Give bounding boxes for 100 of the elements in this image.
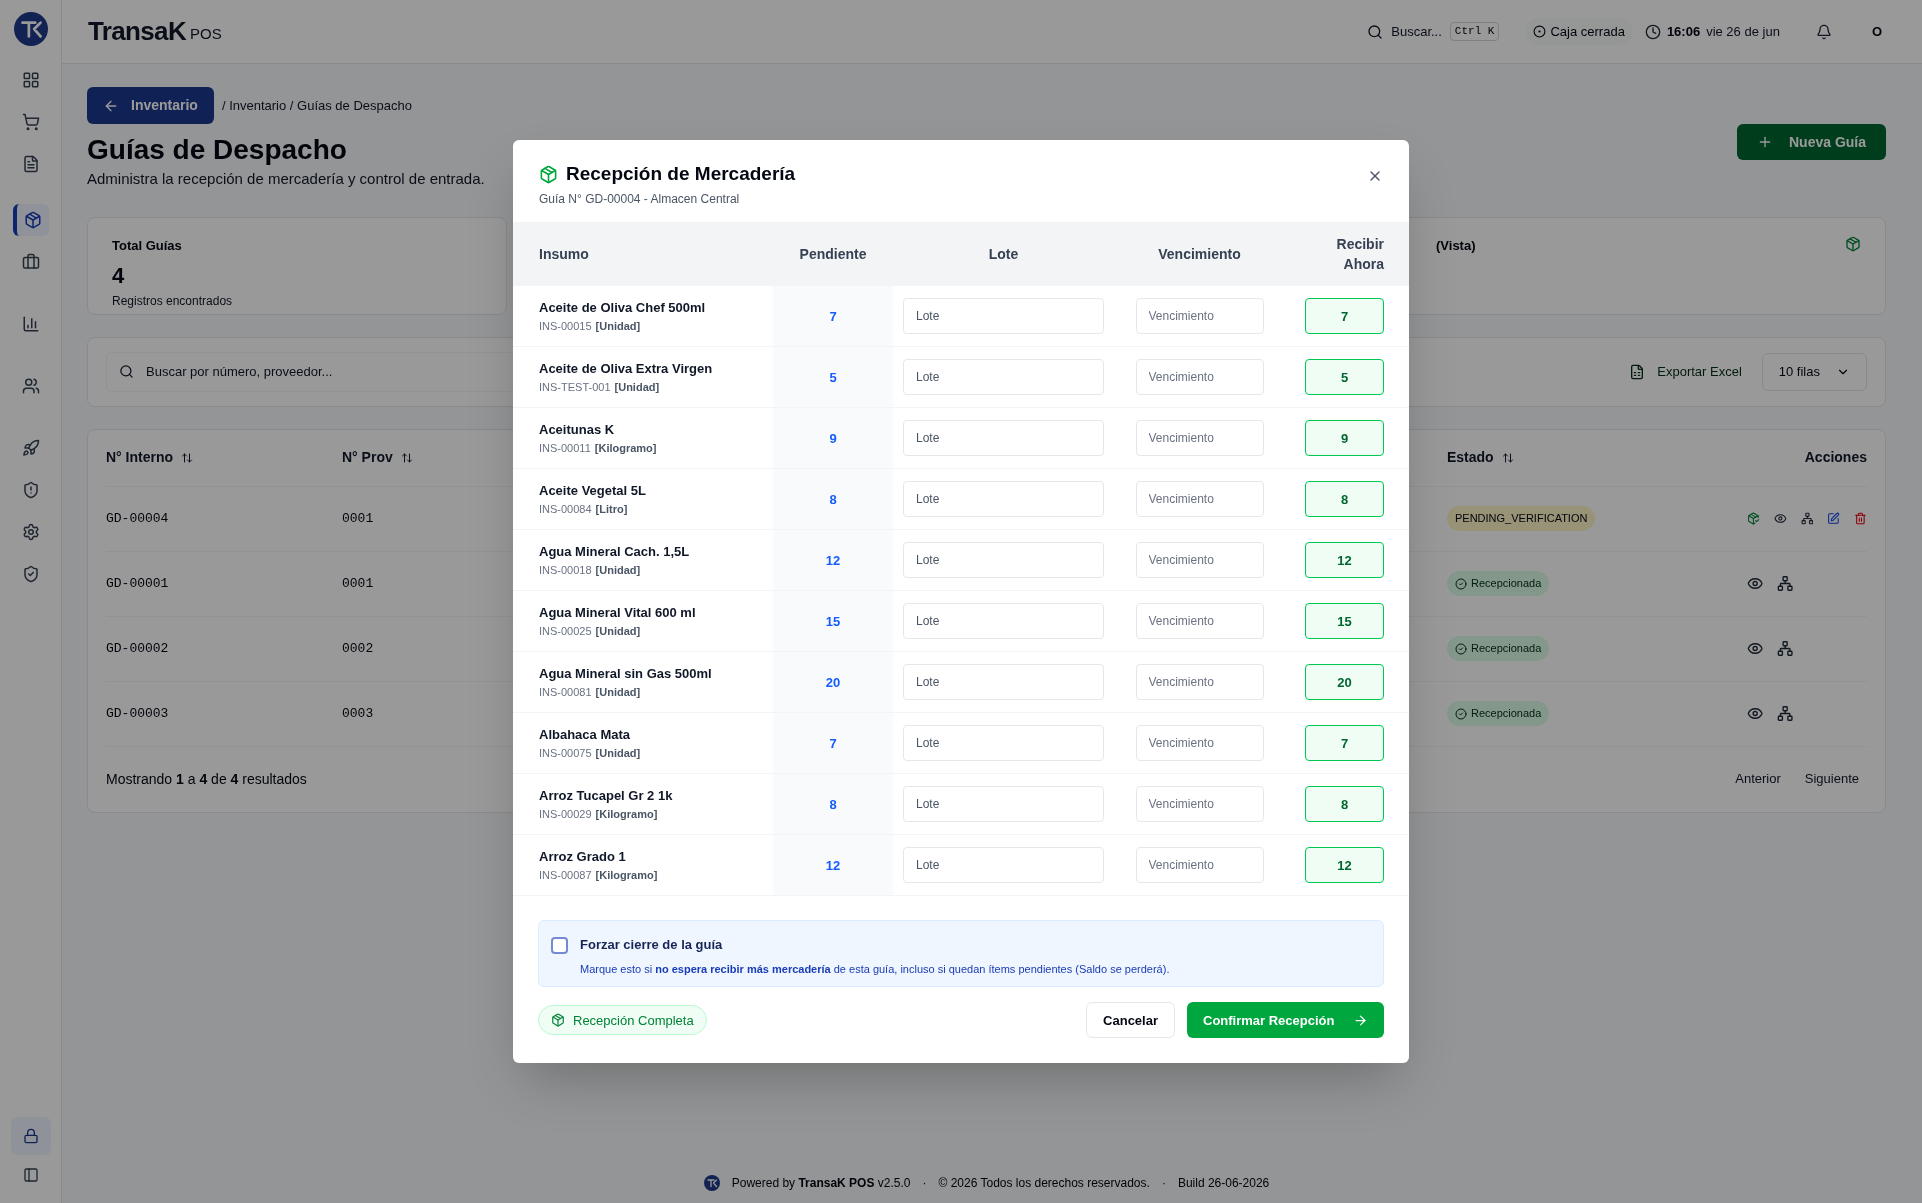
lot-input[interactable]: Lote [903, 420, 1104, 457]
lot-input[interactable]: Lote [903, 664, 1104, 701]
receive-quantity-input[interactable]: 20 [1305, 664, 1384, 701]
export-button[interactable]: Exportar Excel [1617, 352, 1754, 391]
user-avatar[interactable]: O [1871, 21, 1882, 42]
expiry-input[interactable]: Vencimiento [1135, 786, 1264, 823]
sidebar-item[interactable] [12, 204, 49, 236]
receive-quantity-input[interactable]: 7 [1305, 298, 1384, 335]
copyright-text: © 2026 Todos los derechos reservados. [938, 1175, 1150, 1192]
cancel-button[interactable]: Cancelar [1086, 1002, 1175, 1039]
panel-icon [22, 1167, 39, 1183]
previous-button[interactable]: Anterior [1727, 769, 1789, 789]
expiry-input[interactable]: Vencimiento [1135, 664, 1264, 701]
build-text: Build 26-06-2026 [1177, 1175, 1270, 1192]
lot-input[interactable]: Lote [903, 359, 1104, 396]
eye-icon[interactable] [1747, 640, 1764, 657]
expiry-input[interactable]: Vencimiento [1135, 847, 1264, 884]
item-name: Aceite Vegetal 5L [539, 482, 647, 501]
gear-icon [21, 523, 40, 541]
next-button[interactable]: Siguiente [1796, 769, 1867, 789]
table-cell: GD-00003 [106, 706, 169, 722]
lock-icon [22, 1128, 39, 1144]
receive-quantity-input[interactable]: 12 [1305, 542, 1384, 579]
date-text: vie 26 de jun [1706, 22, 1780, 41]
force-close-checkbox[interactable] [551, 937, 568, 955]
status-badge: PENDING_VERIFICATION [1447, 506, 1596, 531]
item-name: Agua Mineral Vital 600 ml [539, 604, 697, 623]
edit-icon[interactable] [1827, 510, 1841, 527]
lot-input[interactable]: Lote [903, 481, 1104, 518]
item-unit: [Unidad] [595, 562, 641, 578]
expiry-input[interactable]: Vencimiento [1135, 298, 1264, 335]
search-icon [1367, 23, 1384, 40]
briefcase-icon [21, 253, 40, 271]
pagination-text: Mostrando 1 a 4 de 4 resultados [106, 769, 307, 789]
stat-label: (Vista) [1436, 236, 1476, 255]
item-code: INS-00025 [539, 623, 592, 639]
lot-input[interactable]: Lote [903, 786, 1104, 823]
receive-quantity-input[interactable]: 9 [1305, 420, 1384, 457]
cart-icon [21, 113, 40, 131]
pending-quantity: 15 [825, 612, 841, 631]
expiry-input[interactable]: Vencimiento [1135, 420, 1264, 457]
shield-check-icon [21, 565, 40, 583]
expiry-input[interactable]: Vencimiento [1135, 542, 1264, 579]
expiry-input[interactable]: Vencimiento [1135, 603, 1264, 640]
table-cell: 0001 [342, 576, 374, 592]
pending-quantity: 7 [829, 307, 837, 326]
pending-quantity: 20 [825, 673, 841, 692]
receive-quantity-input[interactable]: 12 [1305, 847, 1384, 884]
lot-input[interactable]: Lote [903, 542, 1104, 579]
receive-quantity-input[interactable]: 8 [1305, 786, 1384, 823]
stat-value: 4 [112, 262, 126, 290]
lot-input[interactable]: Lote [903, 725, 1104, 762]
column-header: Recibir Ahora [1335, 235, 1384, 275]
hierarchy-icon[interactable] [1777, 705, 1794, 722]
receive-quantity-input[interactable]: 15 [1305, 603, 1384, 640]
separator-text: · [922, 1175, 927, 1192]
package-icon [23, 211, 42, 229]
column-header[interactable]: N° Prov [342, 447, 393, 468]
grid-icon [21, 71, 40, 89]
hierarchy-icon[interactable] [1777, 575, 1794, 592]
column-header[interactable]: N° Interno [106, 447, 174, 468]
table-cell: GD-00001 [106, 576, 169, 592]
rows-select[interactable]: 10 filas [1761, 352, 1867, 391]
pending-quantity: 12 [825, 551, 841, 570]
sort-icon[interactable] [1501, 451, 1514, 464]
new-guide-button[interactable]: Nueva Guía [1736, 124, 1886, 160]
item-code: INS-00015 [539, 318, 592, 334]
page-title: Guías de Despacho [87, 133, 348, 167]
hierarchy-icon[interactable] [1777, 640, 1794, 657]
eye-icon[interactable] [1747, 705, 1764, 722]
back-button[interactable]: Inventario [87, 87, 214, 124]
package-icon[interactable] [1747, 510, 1760, 527]
sort-icon[interactable] [181, 451, 194, 464]
status-dot-icon [1533, 25, 1547, 38]
item-unit: [Unidad] [614, 379, 660, 395]
hierarchy-icon[interactable] [1800, 510, 1814, 527]
spreadsheet-icon [1629, 363, 1646, 380]
receive-quantity-input[interactable]: 5 [1305, 359, 1384, 396]
item-unit: [Kilogramo] [595, 806, 658, 822]
lot-input[interactable]: Lote [903, 603, 1104, 640]
expiry-input[interactable]: Vencimiento [1135, 359, 1264, 396]
lock-button[interactable] [10, 1117, 51, 1155]
receive-quantity-input[interactable]: 8 [1305, 481, 1384, 518]
status-badge: Recepcionada [1447, 571, 1550, 596]
sort-icon[interactable] [400, 451, 413, 464]
trash-icon[interactable] [1854, 510, 1867, 527]
lot-input[interactable]: Lote [903, 847, 1104, 884]
column-header[interactable]: Estado [1447, 447, 1494, 468]
table-cell: 0001 [342, 511, 374, 527]
eye-icon[interactable] [1747, 575, 1764, 592]
expiry-input[interactable]: Vencimiento [1135, 725, 1264, 762]
bell-icon[interactable] [1815, 23, 1832, 40]
pending-quantity: 8 [829, 795, 837, 814]
users-icon [21, 377, 40, 395]
item-name: Aceite de Oliva Chef 500ml [539, 299, 707, 318]
receive-quantity-input[interactable]: 7 [1305, 725, 1384, 762]
expiry-input[interactable]: Vencimiento [1135, 481, 1264, 518]
item-code: INS-00087 [539, 867, 592, 883]
search-field[interactable]: Buscar... Ctrl K [1367, 21, 1500, 42]
lot-input[interactable]: Lote [903, 298, 1104, 335]
